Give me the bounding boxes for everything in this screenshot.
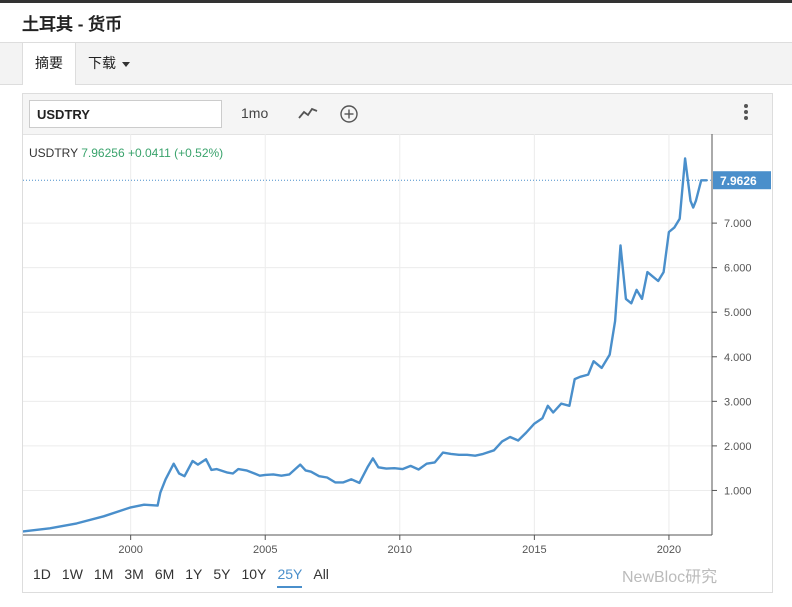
last-value-label: 7.9626 [720, 174, 757, 188]
x-tick-label: 2005 [253, 544, 277, 556]
quote-change: +0.0411 [127, 146, 171, 160]
range-25y[interactable]: 25Y [277, 564, 303, 588]
y-tick-label: 3.000 [724, 396, 752, 408]
x-tick-label: 2000 [118, 544, 142, 556]
y-tick-label: 6.000 [724, 263, 752, 275]
y-tick-label: 2.000 [724, 441, 752, 453]
range-5y[interactable]: 5Y [213, 564, 230, 586]
price-chart: 2000 2005 2010 2015 2020 1.000 2.000 3.000 4.000… [23, 134, 771, 556]
y-tick-label: 5.000 [724, 307, 752, 319]
range-6m[interactable]: 6M [155, 564, 174, 586]
range-selector: 1D 1W 1M 3M 6M 1Y 5Y 10Y 25Y All [33, 564, 340, 590]
tab-download[interactable]: 下载 [76, 43, 142, 84]
x-tick-label: 2015 [522, 544, 546, 556]
x-tick-label: 2010 [388, 544, 412, 556]
range-all[interactable]: All [313, 564, 329, 586]
range-1y[interactable]: 1Y [185, 564, 202, 586]
chart-panel: 1mo 200020052010201520201.0002.0003.0004… [22, 93, 773, 593]
y-tick-label: 7.000 [724, 218, 752, 230]
range-1m[interactable]: 1M [94, 564, 113, 586]
x-tick-label: 2020 [657, 544, 681, 556]
y-tick-label: 1.000 [724, 485, 752, 497]
tab-summary[interactable]: 摘要 [22, 43, 76, 85]
quote-symbol: USDTRY [29, 146, 78, 160]
range-1d[interactable]: 1D [33, 564, 51, 586]
range-1w[interactable]: 1W [62, 564, 83, 586]
quote-line: USDTRY 7.96256 +0.0411 (+0.52%) [29, 146, 223, 160]
quote-change-pct: (+0.52%) [174, 146, 224, 160]
watermark: NewBloc研究 [622, 569, 718, 586]
y-tick-label: 4.000 [724, 352, 752, 364]
caret-down-icon [122, 61, 130, 67]
quote-price: 7.96256 [81, 146, 125, 160]
tab-download-label: 下载 [88, 55, 116, 71]
series-line [23, 157, 708, 533]
range-3m[interactable]: 3M [124, 564, 143, 586]
tab-bar: 摘要 下载 [0, 42, 792, 85]
range-10y[interactable]: 10Y [242, 564, 267, 586]
page-title: 土耳其 - 货币 [22, 15, 123, 34]
top-border [0, 0, 792, 3]
